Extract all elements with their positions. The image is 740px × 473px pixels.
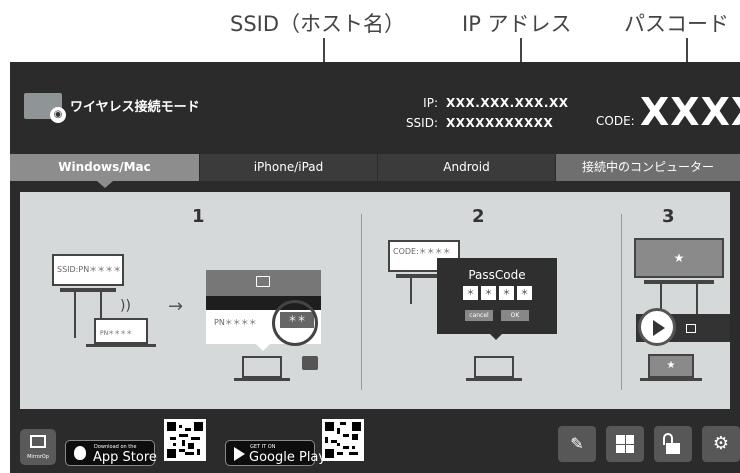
grid-icon bbox=[686, 324, 696, 333]
usb-dongle-icon bbox=[302, 356, 318, 370]
passcode-digit: ＊ bbox=[481, 286, 496, 300]
ip-value: XXX.XXX.XXX.XX bbox=[446, 96, 569, 110]
star-icon: ★ bbox=[673, 251, 685, 265]
step-2-number: 2 bbox=[472, 206, 485, 227]
play-icon bbox=[638, 308, 676, 346]
step1-stand-leg-l bbox=[74, 292, 76, 338]
mirrorop-label: MirrorOp bbox=[27, 454, 49, 460]
display-wifi-icon: ◉ bbox=[24, 93, 66, 123]
play-triangle bbox=[653, 320, 665, 336]
passcode-title: PassCode bbox=[468, 268, 526, 282]
apple-logo-icon bbox=[74, 446, 86, 460]
ssid-key: SSID: bbox=[405, 116, 438, 130]
wireless-screen: ◉ ワイヤレス接続モード IP: XXX.XXX.XXX.XX SSID: XXXX… bbox=[10, 62, 740, 473]
ip-row: IP: XXX.XXX.XXX.XX bbox=[402, 96, 568, 110]
step2-laptop bbox=[474, 356, 514, 378]
step1-laptop: PN＊＊＊＊ bbox=[94, 318, 148, 344]
ip-key: IP: bbox=[423, 96, 438, 110]
popup-header bbox=[206, 270, 321, 296]
step1-popup: PN＊＊＊＊ ＊＊ bbox=[206, 270, 321, 346]
popup-item-text: PN＊＊＊＊ bbox=[214, 318, 257, 327]
annotation-ssid: SSID（ホスト名） bbox=[230, 12, 406, 36]
gear-icon: ⚙ bbox=[712, 433, 730, 454]
google-play-qr-code bbox=[322, 419, 364, 461]
play-store-icon bbox=[234, 447, 245, 461]
lock-button[interactable] bbox=[654, 426, 692, 462]
split-grid-icon bbox=[616, 435, 634, 453]
step1-laptop-text: PN＊＊＊＊ bbox=[100, 330, 133, 337]
step-3-number: 3 bbox=[662, 206, 675, 227]
app-store-qr-code bbox=[164, 419, 206, 461]
code-value: XXXX bbox=[640, 90, 740, 134]
ssid-value: XXXXXXXXXXX bbox=[446, 116, 554, 130]
google-play-big-text: Google Play bbox=[249, 450, 327, 465]
mirrorop-logo-icon bbox=[30, 435, 46, 448]
app-store-big-text: App Store bbox=[93, 450, 157, 465]
divider-1-2 bbox=[361, 214, 362, 390]
step2-stand-leg-l bbox=[410, 278, 412, 304]
step1-laptop-base bbox=[86, 344, 156, 347]
annotation-pen-button[interactable]: ✎ bbox=[558, 426, 596, 462]
passcode-dialog: PassCode ＊ ＊ ＊ ＊ cancel OK bbox=[437, 258, 557, 334]
tab-android[interactable]: Android bbox=[378, 154, 556, 181]
pen-icon: ✎ bbox=[570, 434, 584, 453]
step3-display: ★ bbox=[634, 238, 724, 278]
passcode-digit: ＊ bbox=[499, 286, 514, 300]
tab-windows-mac[interactable]: Windows/Mac bbox=[10, 154, 200, 188]
tab-iphone-ipad[interactable]: iPhone/iPad bbox=[200, 154, 378, 181]
annotation-ip: IP アドレス bbox=[462, 12, 572, 36]
ssid-row: SSID: XXXXXXXXXXX bbox=[402, 116, 553, 130]
passcode-digits: ＊ ＊ ＊ ＊ bbox=[463, 286, 532, 300]
screen-share-icon bbox=[256, 276, 270, 287]
step2-code-text: CODE:＊＊＊＊ bbox=[393, 247, 451, 256]
step1-laptop-2-base bbox=[234, 378, 290, 381]
step-1-number: 1 bbox=[192, 206, 205, 227]
mirrorop-app-icon[interactable]: MirrorOp bbox=[20, 429, 56, 465]
highlight-circle bbox=[272, 300, 318, 346]
unlock-shackle bbox=[663, 433, 673, 445]
step3-stand bbox=[644, 280, 714, 284]
step3-laptop: ★ bbox=[648, 354, 694, 378]
mode-title: ワイヤレス接続モード bbox=[70, 100, 200, 115]
step1-stand bbox=[60, 288, 116, 292]
step3-laptop-base bbox=[640, 378, 702, 381]
passcode-digit: ＊ bbox=[463, 286, 478, 300]
star-icon-small: ★ bbox=[666, 360, 676, 371]
platform-tabs: Windows/Mac iPhone/iPad Android 接続中のコンピュ… bbox=[10, 154, 740, 188]
dialog-pointer bbox=[490, 334, 502, 340]
tab-connected-computers[interactable]: 接続中のコンピューター bbox=[556, 154, 740, 181]
instructions-panel: 1 SSID:PN＊＊＊＊ PN＊＊＊＊ )) → PN＊＊＊＊ ＊＊ 2 CO… bbox=[20, 192, 730, 409]
passcode-digit: ＊ bbox=[517, 286, 532, 300]
step2-laptop-base bbox=[466, 378, 522, 381]
arrow-right-icon: → bbox=[168, 296, 184, 317]
step1-ssid-text: SSID:PN＊＊＊＊ bbox=[57, 265, 122, 274]
cancel-button: cancel bbox=[465, 310, 493, 321]
divider-2-3 bbox=[621, 214, 622, 390]
code-key: CODE: bbox=[596, 114, 635, 128]
app-store-badge[interactable]: Download on the App Store bbox=[65, 440, 157, 466]
step1-display: SSID:PN＊＊＊＊ bbox=[52, 254, 124, 286]
split-screen-button[interactable] bbox=[606, 426, 644, 462]
google-play-badge[interactable]: GET IT ON Google Play bbox=[225, 440, 326, 466]
ok-button: OK bbox=[501, 310, 529, 321]
popup-pointer bbox=[256, 344, 270, 351]
annotation-passcode: パスコード bbox=[624, 12, 729, 36]
wifi-waves-icon: )) bbox=[120, 298, 131, 314]
settings-button[interactable]: ⚙ bbox=[702, 426, 740, 462]
step1-laptop-2 bbox=[242, 356, 282, 378]
